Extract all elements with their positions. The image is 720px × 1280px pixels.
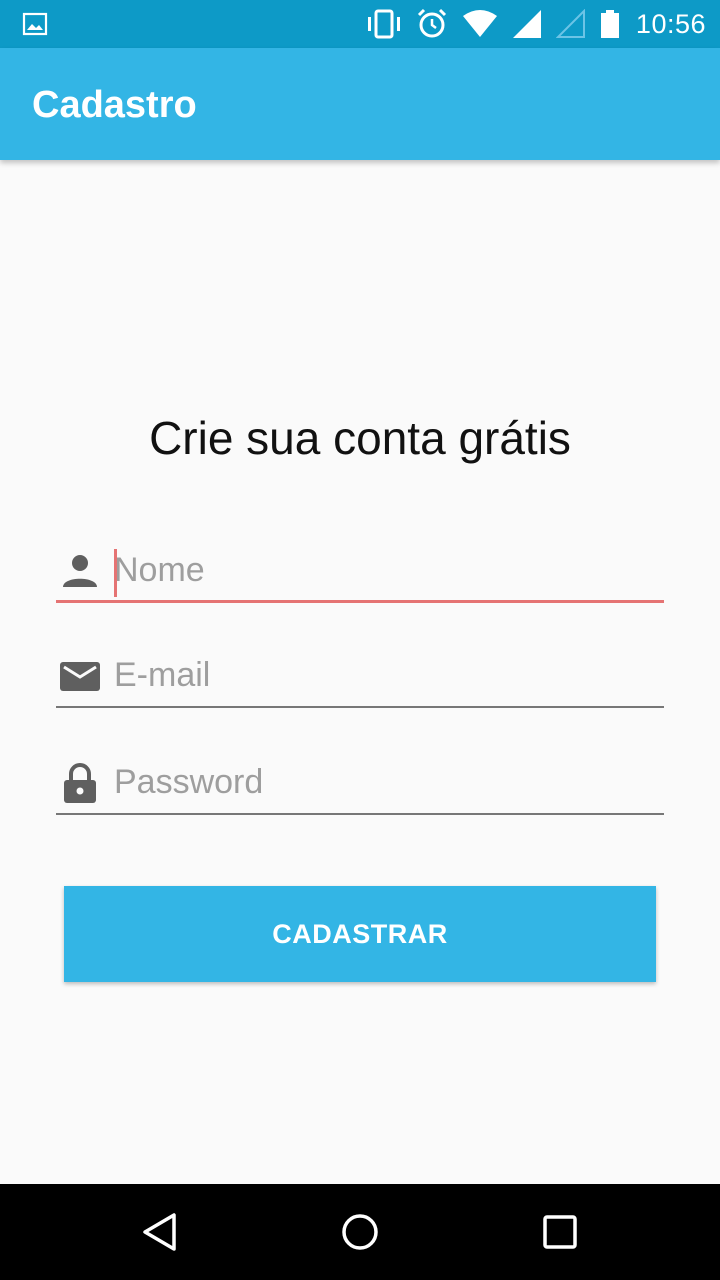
signal-icon: [512, 10, 541, 38]
name-input[interactable]: [114, 543, 654, 597]
name-underline: [56, 600, 664, 603]
navigation-bar: [0, 1184, 720, 1280]
form-heading: Crie sua conta grátis: [149, 412, 571, 464]
text-cursor: [114, 549, 117, 597]
back-icon[interactable]: [140, 1212, 180, 1252]
app-bar: Cadastro: [0, 48, 720, 160]
vibrate-icon: [367, 9, 400, 39]
signup-form: Crie sua conta grátis CADASTRAR: [0, 160, 720, 1184]
alarm-icon: [417, 8, 446, 38]
wifi-icon: [462, 10, 497, 37]
status-bar: 10:56: [0, 0, 720, 48]
email-underline: [56, 706, 664, 708]
home-icon[interactable]: [340, 1212, 380, 1252]
signal-empty-icon: [555, 9, 585, 38]
page-title: Cadastro: [32, 84, 197, 126]
email-field[interactable]: [56, 648, 664, 708]
battery-icon: [600, 10, 619, 38]
image-notification-icon: [22, 12, 48, 36]
password-field[interactable]: [56, 755, 664, 815]
name-field[interactable]: [56, 543, 664, 603]
lock-icon: [64, 763, 96, 803]
person-icon: [63, 555, 97, 587]
email-input[interactable]: [114, 648, 654, 702]
status-time: 10:56: [635, 8, 706, 39]
mail-icon: [60, 662, 100, 691]
register-button[interactable]: CADASTRAR: [64, 886, 656, 982]
password-underline: [56, 813, 664, 815]
recents-icon[interactable]: [540, 1212, 580, 1252]
password-input[interactable]: [114, 755, 654, 809]
